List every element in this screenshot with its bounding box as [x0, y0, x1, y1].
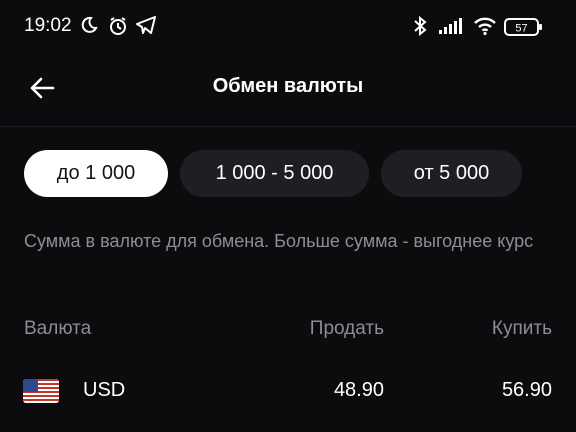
telegram-icon	[136, 16, 156, 39]
amount-filter-chips: до 1 000 1 000 - 5 000 от 5 000	[0, 150, 576, 198]
rates-table-header: Валюта Продать Купить	[0, 318, 576, 346]
rate-row-usd[interactable]: USD 48.90 56.90	[0, 370, 576, 412]
wifi-icon	[473, 16, 497, 41]
column-sell: Продать	[309, 318, 384, 339]
bluetooth-icon	[413, 15, 427, 41]
moon-icon	[80, 16, 98, 39]
header-divider	[0, 126, 576, 127]
exchange-hint: Сумма в валюте для обмена. Больше сумма …	[24, 231, 534, 251]
buy-rate: 56.90	[501, 379, 552, 401]
status-time: 19:02	[24, 15, 72, 36]
page-title: Обмен валюты	[212, 75, 364, 97]
sell-rate: 48.90	[333, 379, 384, 401]
currency-code: USD	[83, 379, 126, 401]
chip-from-5000[interactable]: от 5 000	[381, 150, 522, 197]
status-bar: 19:02 57	[0, 0, 576, 56]
app-header: Обмен валюты	[0, 60, 576, 116]
chip-1000-5000[interactable]: 1 000 - 5 000	[180, 150, 369, 197]
signal-icon	[439, 16, 465, 41]
battery-icon: 57	[504, 17, 544, 42]
battery-level: 57	[515, 23, 527, 35]
us-flag-icon	[23, 379, 59, 403]
alarm-icon	[108, 16, 128, 41]
column-currency: Валюта	[24, 318, 92, 339]
chip-up-to-1000[interactable]: до 1 000	[24, 150, 168, 197]
column-buy: Купить	[491, 318, 552, 339]
